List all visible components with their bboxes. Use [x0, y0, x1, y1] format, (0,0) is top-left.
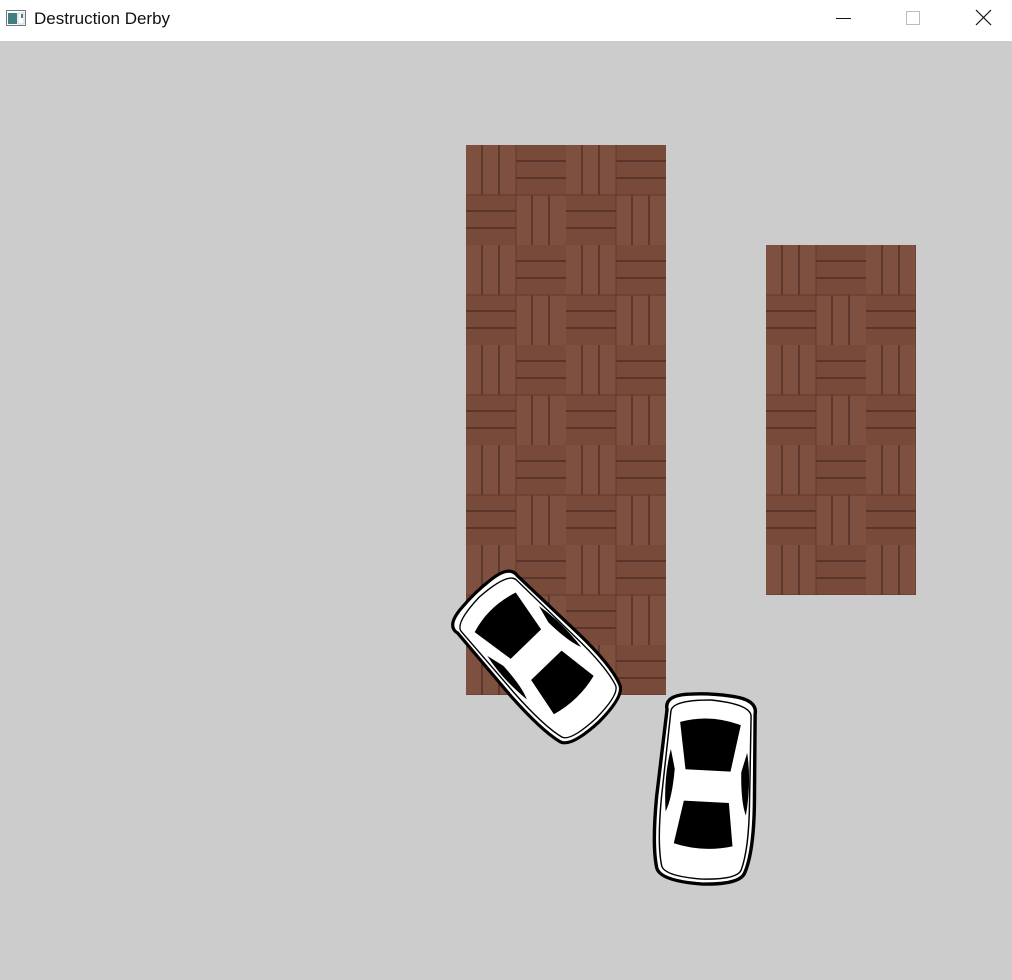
- game-window: Destruction Derby: [0, 0, 1012, 980]
- car-2: [649, 689, 763, 889]
- title-bar[interactable]: Destruction Derby: [0, 0, 1012, 40]
- close-button[interactable]: [960, 0, 1006, 36]
- game-canvas[interactable]: [0, 41, 1012, 980]
- maximize-button[interactable]: [889, 0, 935, 36]
- wood-crate-short: [766, 245, 916, 595]
- minimize-icon: [836, 18, 851, 19]
- maximize-icon: [906, 11, 920, 25]
- app-icon: [6, 10, 26, 26]
- close-icon: [975, 9, 992, 26]
- minimize-button[interactable]: [820, 0, 866, 36]
- window-title: Destruction Derby: [34, 9, 171, 28]
- game-scene: [440, 145, 916, 889]
